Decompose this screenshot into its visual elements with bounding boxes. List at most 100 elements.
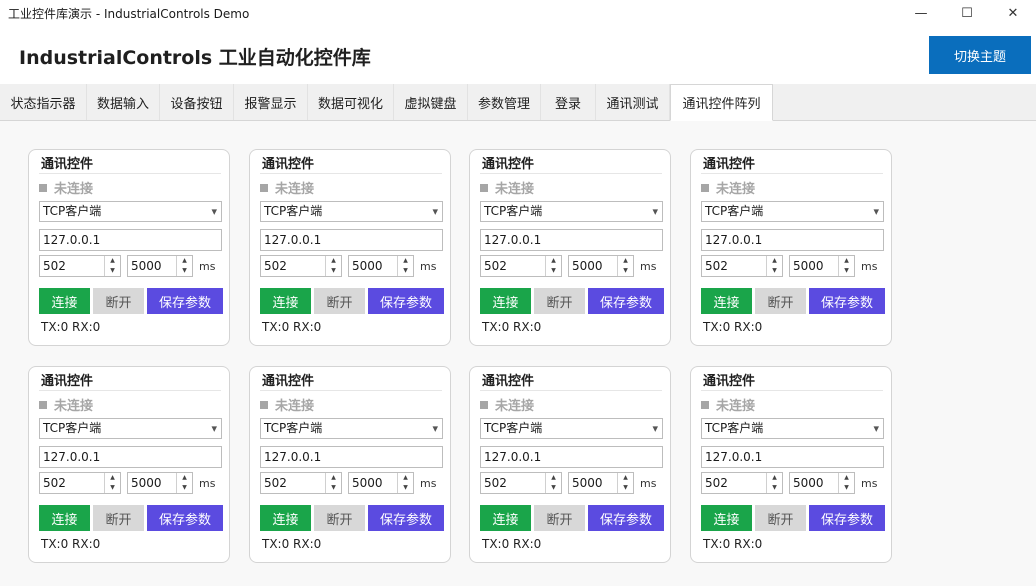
save-params-button[interactable]: 保存参数 (809, 505, 885, 531)
save-params-button[interactable]: 保存参数 (147, 505, 223, 531)
tab-parameter-management[interactable]: 参数管理 (468, 84, 541, 120)
spin-up-icon[interactable]: ▲ (767, 473, 782, 483)
port-spinbox[interactable]: 502 ▲ ▼ (39, 255, 121, 277)
ip-input[interactable]: 127.0.0.1 (260, 229, 443, 251)
tab-communication-array[interactable]: 通讯控件阵列 (670, 84, 773, 121)
spin-arrows[interactable]: ▲ ▼ (766, 473, 782, 493)
spin-up-icon[interactable]: ▲ (105, 256, 120, 266)
switch-theme-button[interactable]: 切换主题 (929, 36, 1031, 74)
port-spinbox[interactable]: 502 ▲ ▼ (480, 255, 562, 277)
mode-select[interactable]: TCP客户端 ▾ (260, 201, 443, 222)
spin-arrows[interactable]: ▲ ▼ (176, 473, 192, 493)
spin-arrows[interactable]: ▲ ▼ (766, 256, 782, 276)
spin-up-icon[interactable]: ▲ (105, 473, 120, 483)
maximize-button[interactable]: ☐ (944, 0, 990, 26)
ip-input[interactable]: 127.0.0.1 (701, 229, 884, 251)
timeout-spinbox[interactable]: 5000 ▲ ▼ (789, 255, 855, 277)
ip-input[interactable]: 127.0.0.1 (260, 446, 443, 468)
spin-down-icon[interactable]: ▼ (398, 266, 413, 276)
spin-down-icon[interactable]: ▼ (618, 266, 633, 276)
save-params-button[interactable]: 保存参数 (588, 288, 664, 314)
spin-down-icon[interactable]: ▼ (105, 266, 120, 276)
connect-button[interactable]: 连接 (701, 288, 752, 314)
ip-input[interactable]: 127.0.0.1 (480, 446, 663, 468)
mode-select[interactable]: TCP客户端 ▾ (701, 201, 884, 222)
connect-button[interactable]: 连接 (260, 288, 311, 314)
close-button[interactable]: ✕ (990, 0, 1036, 26)
spin-down-icon[interactable]: ▼ (546, 266, 561, 276)
mode-select[interactable]: TCP客户端 ▾ (480, 418, 663, 439)
spin-down-icon[interactable]: ▼ (767, 483, 782, 493)
spin-arrows[interactable]: ▲ ▼ (325, 473, 341, 493)
spin-up-icon[interactable]: ▲ (326, 473, 341, 483)
save-params-button[interactable]: 保存参数 (588, 505, 664, 531)
spin-up-icon[interactable]: ▲ (839, 256, 854, 266)
ip-input[interactable]: 127.0.0.1 (39, 446, 222, 468)
spin-down-icon[interactable]: ▼ (767, 266, 782, 276)
ip-input[interactable]: 127.0.0.1 (39, 229, 222, 251)
disconnect-button[interactable]: 断开 (314, 288, 365, 314)
disconnect-button[interactable]: 断开 (314, 505, 365, 531)
timeout-spinbox[interactable]: 5000 ▲ ▼ (127, 255, 193, 277)
tab-virtual-keyboard[interactable]: 虚拟键盘 (394, 84, 468, 120)
spin-up-icon[interactable]: ▲ (326, 256, 341, 266)
minimize-button[interactable]: — (898, 0, 944, 26)
timeout-spinbox[interactable]: 5000 ▲ ▼ (789, 472, 855, 494)
port-spinbox[interactable]: 502 ▲ ▼ (701, 472, 783, 494)
tab-data-visualization[interactable]: 数据可视化 (308, 84, 394, 120)
tab-status-indicator[interactable]: 状态指示器 (0, 84, 87, 120)
spin-down-icon[interactable]: ▼ (177, 483, 192, 493)
save-params-button[interactable]: 保存参数 (368, 505, 444, 531)
spin-up-icon[interactable]: ▲ (177, 473, 192, 483)
spin-down-icon[interactable]: ▼ (398, 483, 413, 493)
spin-down-icon[interactable]: ▼ (177, 266, 192, 276)
spin-arrows[interactable]: ▲ ▼ (617, 473, 633, 493)
spin-arrows[interactable]: ▲ ▼ (325, 256, 341, 276)
spin-arrows[interactable]: ▲ ▼ (104, 256, 120, 276)
connect-button[interactable]: 连接 (39, 288, 90, 314)
port-spinbox[interactable]: 502 ▲ ▼ (260, 255, 342, 277)
spin-down-icon[interactable]: ▼ (618, 483, 633, 493)
mode-select[interactable]: TCP客户端 ▾ (39, 418, 222, 439)
timeout-spinbox[interactable]: 5000 ▲ ▼ (348, 255, 414, 277)
timeout-spinbox[interactable]: 5000 ▲ ▼ (127, 472, 193, 494)
spin-arrows[interactable]: ▲ ▼ (545, 256, 561, 276)
mode-select[interactable]: TCP客户端 ▾ (480, 201, 663, 222)
connect-button[interactable]: 连接 (260, 505, 311, 531)
timeout-spinbox[interactable]: 5000 ▲ ▼ (348, 472, 414, 494)
tab-device-buttons[interactable]: 设备按钮 (160, 84, 234, 120)
connect-button[interactable]: 连接 (480, 288, 531, 314)
spin-arrows[interactable]: ▲ ▼ (545, 473, 561, 493)
mode-select[interactable]: TCP客户端 ▾ (260, 418, 443, 439)
spin-up-icon[interactable]: ▲ (839, 473, 854, 483)
disconnect-button[interactable]: 断开 (534, 288, 585, 314)
connect-button[interactable]: 连接 (39, 505, 90, 531)
disconnect-button[interactable]: 断开 (755, 288, 806, 314)
spin-up-icon[interactable]: ▲ (767, 256, 782, 266)
timeout-spinbox[interactable]: 5000 ▲ ▼ (568, 472, 634, 494)
spin-up-icon[interactable]: ▲ (618, 256, 633, 266)
spin-down-icon[interactable]: ▼ (546, 483, 561, 493)
spin-down-icon[interactable]: ▼ (326, 266, 341, 276)
spin-up-icon[interactable]: ▲ (618, 473, 633, 483)
spin-arrows[interactable]: ▲ ▼ (838, 473, 854, 493)
connect-button[interactable]: 连接 (701, 505, 752, 531)
spin-arrows[interactable]: ▲ ▼ (176, 256, 192, 276)
disconnect-button[interactable]: 断开 (93, 288, 144, 314)
spin-down-icon[interactable]: ▼ (839, 266, 854, 276)
spin-arrows[interactable]: ▲ ▼ (397, 473, 413, 493)
spin-arrows[interactable]: ▲ ▼ (838, 256, 854, 276)
spin-up-icon[interactable]: ▲ (398, 473, 413, 483)
port-spinbox[interactable]: 502 ▲ ▼ (39, 472, 121, 494)
disconnect-button[interactable]: 断开 (93, 505, 144, 531)
spin-arrows[interactable]: ▲ ▼ (104, 473, 120, 493)
mode-select[interactable]: TCP客户端 ▾ (701, 418, 884, 439)
save-params-button[interactable]: 保存参数 (809, 288, 885, 314)
mode-select[interactable]: TCP客户端 ▾ (39, 201, 222, 222)
port-spinbox[interactable]: 502 ▲ ▼ (260, 472, 342, 494)
tab-alarm-display[interactable]: 报警显示 (234, 84, 308, 120)
connect-button[interactable]: 连接 (480, 505, 531, 531)
save-params-button[interactable]: 保存参数 (147, 288, 223, 314)
port-spinbox[interactable]: 502 ▲ ▼ (480, 472, 562, 494)
spin-up-icon[interactable]: ▲ (398, 256, 413, 266)
